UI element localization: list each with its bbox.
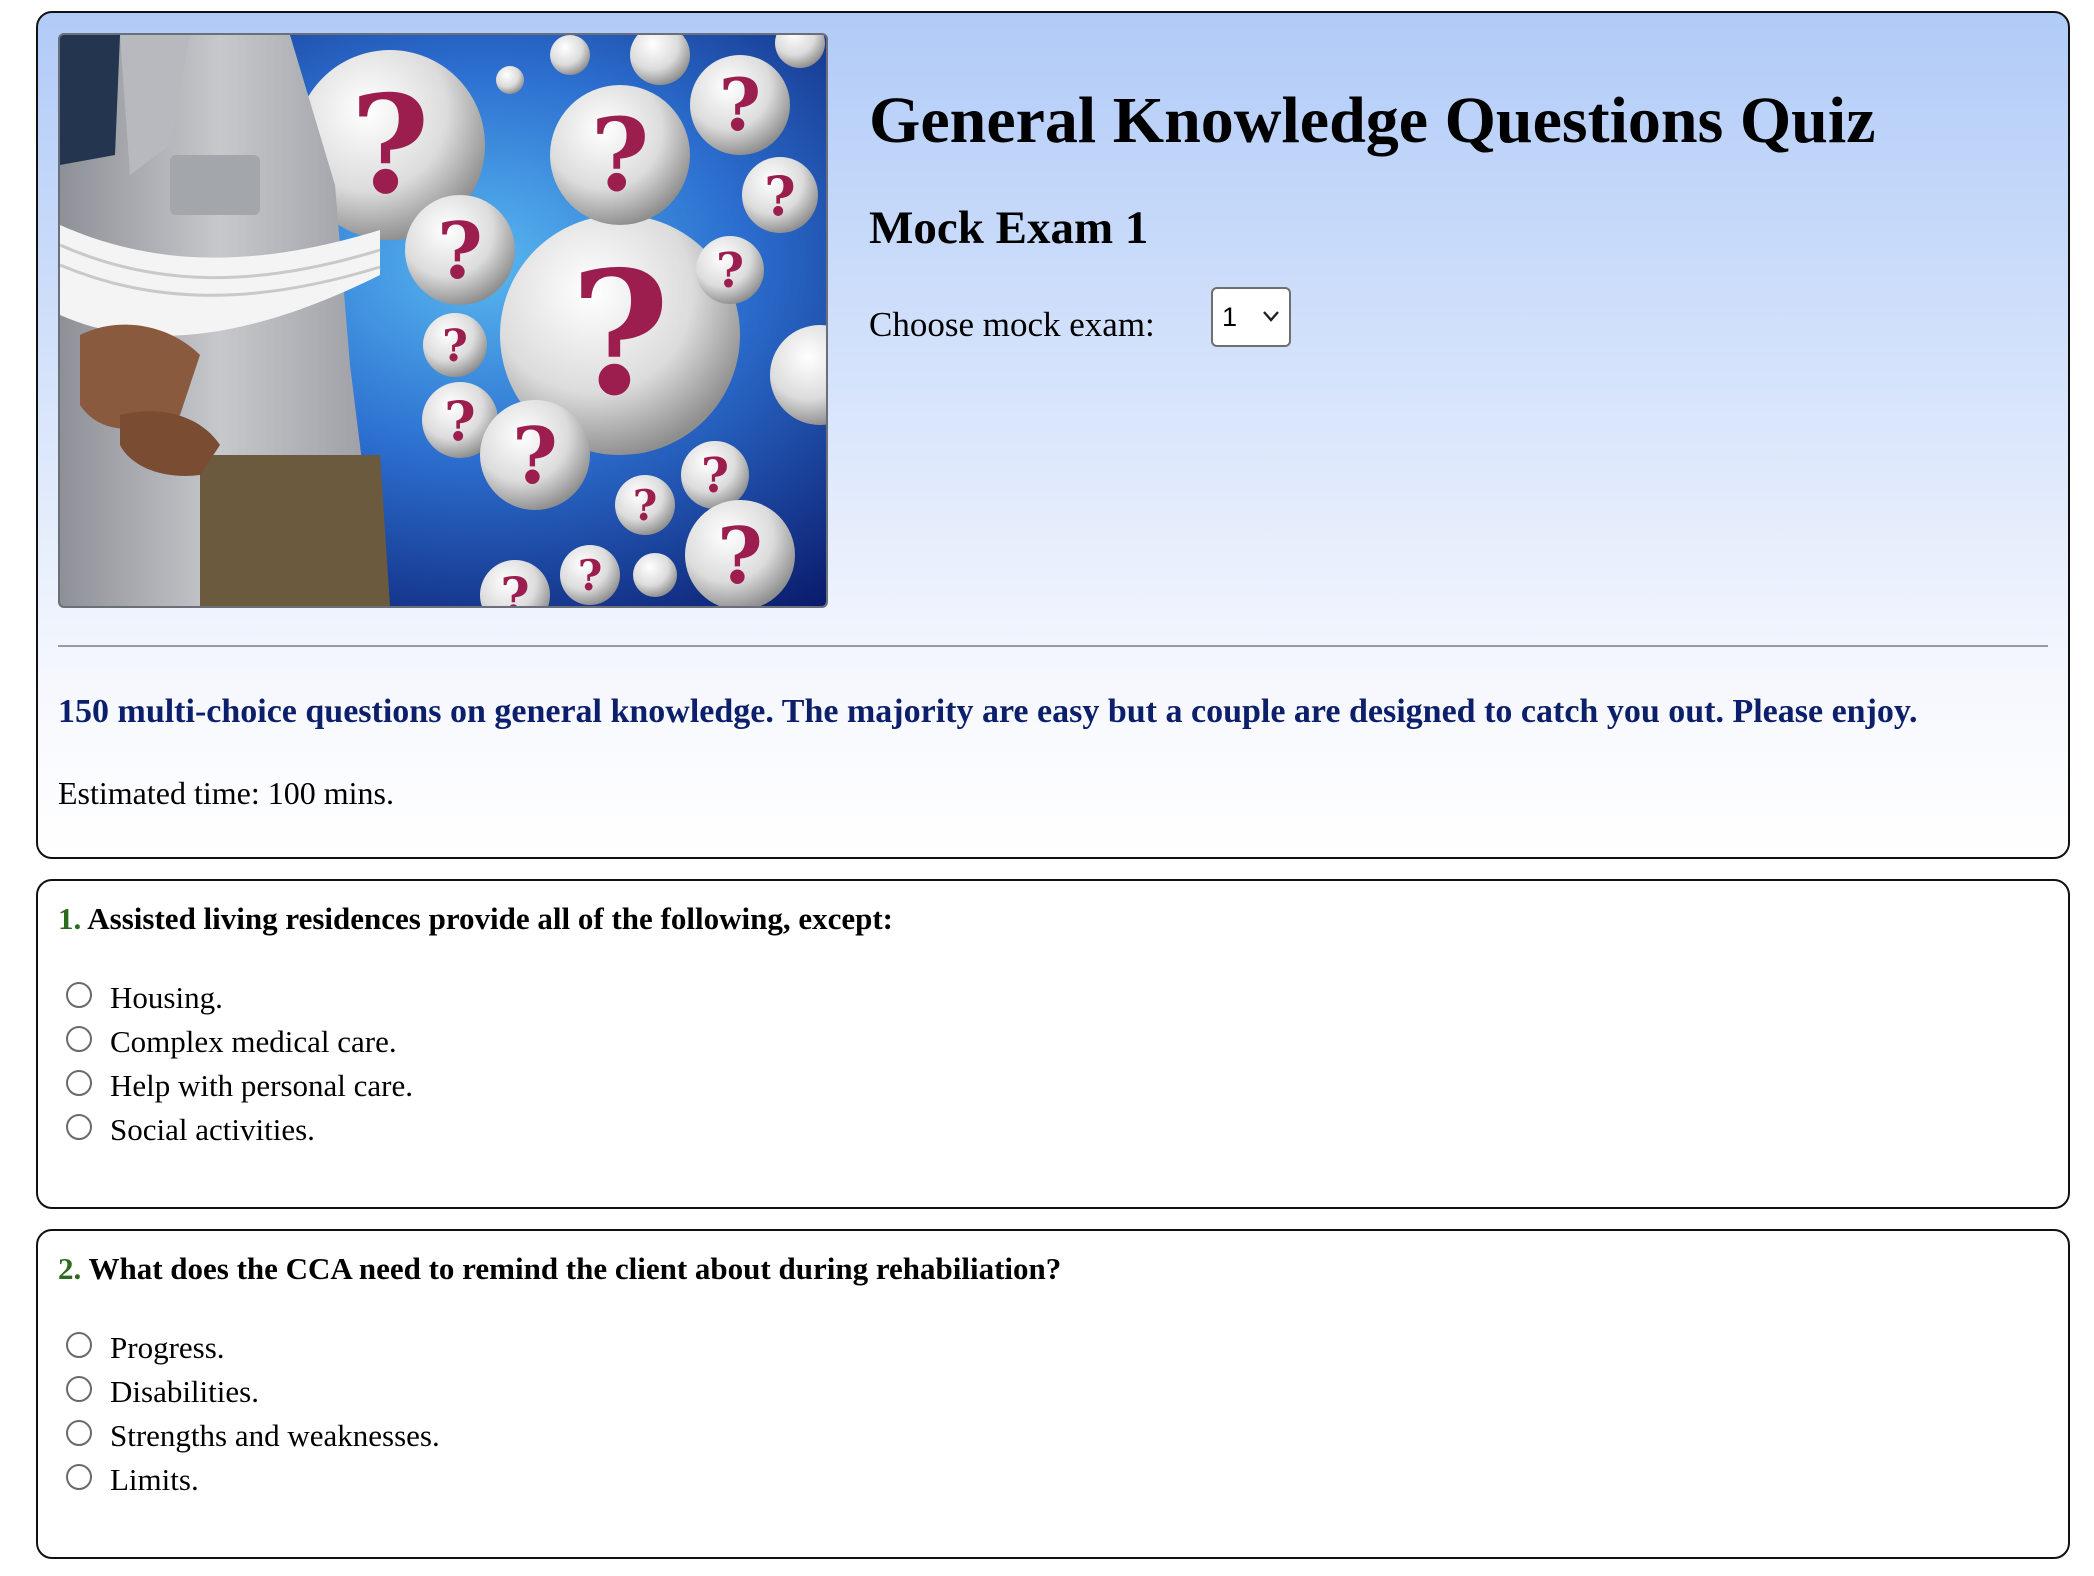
question-text: 2. What does the CCA need to remind the …: [58, 1251, 1061, 1287]
quiz-title: General Knowledge Questions Quiz: [869, 84, 1876, 157]
answer-option[interactable]: Limits.: [66, 1458, 440, 1502]
chevron-down-icon: [1263, 311, 1279, 322]
answer-options: Progress. Disabilities. Strengths and we…: [66, 1326, 440, 1502]
answer-option-label[interactable]: Disabilities.: [110, 1374, 259, 1410]
svg-text:?: ?: [578, 551, 603, 600]
svg-text:?: ?: [717, 511, 763, 602]
radio-button[interactable]: [66, 1420, 92, 1446]
svg-text:?: ?: [442, 321, 468, 372]
answer-option[interactable]: Social activities.: [66, 1108, 413, 1152]
radio-button[interactable]: [66, 1026, 92, 1052]
svg-text:?: ?: [716, 243, 744, 299]
question-prompt: Assisted living residences provide all o…: [87, 901, 893, 936]
svg-text:?: ?: [764, 164, 796, 228]
answer-option[interactable]: Help with personal care.: [66, 1064, 413, 1108]
answer-option[interactable]: Disabilities.: [66, 1370, 440, 1414]
answer-option-label[interactable]: Social activities.: [110, 1112, 315, 1148]
question-prompt: What does the CCA need to remind the cli…: [88, 1251, 1062, 1286]
mock-exam-select[interactable]: 1: [1211, 287, 1291, 347]
svg-text:?: ?: [633, 481, 658, 530]
radio-button[interactable]: [66, 1070, 92, 1096]
svg-text:?: ?: [570, 234, 670, 434]
svg-text:?: ?: [512, 411, 558, 502]
answer-option-label[interactable]: Housing.: [110, 980, 223, 1016]
answer-option[interactable]: Housing.: [66, 976, 413, 1020]
answer-option-label[interactable]: Strengths and weaknesses.: [110, 1418, 440, 1454]
answer-option-label[interactable]: Limits.: [110, 1462, 199, 1498]
answer-option-label[interactable]: Help with personal care.: [110, 1068, 413, 1104]
answer-option-label[interactable]: Complex medical care.: [110, 1024, 397, 1060]
mock-exam-select-value: 1: [1222, 302, 1238, 332]
radio-button[interactable]: [66, 1376, 92, 1402]
question-card: 1. Assisted living residences provide al…: [36, 879, 2070, 1209]
quiz-hero-image: ? ? ? ? ? ? ? ? ? ? ? ? ? ? ?: [58, 33, 828, 608]
radio-button[interactable]: [66, 982, 92, 1008]
answer-option[interactable]: Strengths and weaknesses.: [66, 1414, 440, 1458]
svg-text:?: ?: [444, 389, 476, 453]
radio-button[interactable]: [66, 1114, 92, 1140]
answer-option[interactable]: Complex medical care.: [66, 1020, 413, 1064]
radio-button[interactable]: [66, 1332, 92, 1358]
mock-exam-heading: Mock Exam 1: [869, 202, 1149, 254]
question-text: 1. Assisted living residences provide al…: [58, 901, 893, 937]
radio-button[interactable]: [66, 1464, 92, 1490]
svg-text:?: ?: [701, 448, 729, 504]
question-number: 2.: [58, 1251, 82, 1286]
estimated-time: Estimated time: 100 mins.: [58, 775, 394, 811]
header-divider: [58, 645, 2048, 647]
quiz-intro-text: 150 multi-choice questions on general kn…: [58, 693, 1918, 730]
svg-text:?: ?: [500, 566, 529, 606]
mock-exam-select-label: Choose mock exam:: [869, 305, 1155, 344]
answer-options: Housing. Complex medical care. Help with…: [66, 976, 413, 1152]
quiz-header-card: ? ? ? ? ? ? ? ? ? ? ? ? ? ? ? General Kn…: [36, 11, 2070, 859]
answer-option-label[interactable]: Progress.: [110, 1330, 225, 1366]
question-card: 2. What does the CCA need to remind the …: [36, 1229, 2070, 1559]
question-number: 1.: [58, 901, 82, 936]
svg-text:?: ?: [350, 65, 429, 224]
svg-text:?: ?: [719, 62, 761, 147]
answer-option[interactable]: Progress.: [66, 1326, 440, 1370]
svg-text:?: ?: [591, 96, 650, 214]
svg-text:?: ?: [437, 206, 483, 297]
